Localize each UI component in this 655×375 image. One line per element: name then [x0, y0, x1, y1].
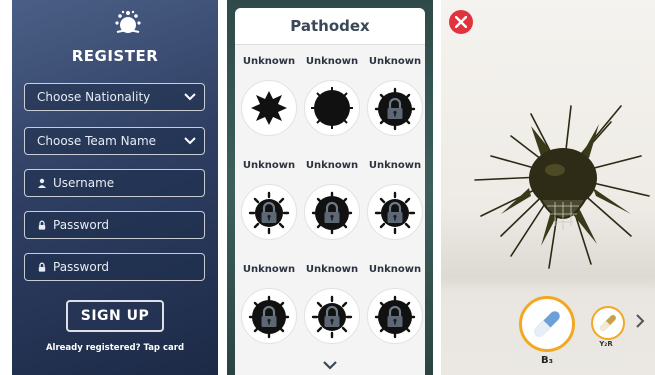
locked-virus-icon	[311, 295, 353, 339]
user-icon	[38, 178, 46, 188]
pathodex-entry[interactable]	[367, 288, 423, 344]
chevron-down-icon	[184, 93, 196, 101]
locked-virus-icon	[374, 191, 416, 235]
register-screen: REGISTER Choose Nationality Choose Team …	[12, 0, 218, 375]
pathodex-entry-label: Unknown	[368, 264, 422, 275]
virus-silhouette-icon	[311, 87, 353, 129]
pathodex-entry[interactable]	[241, 288, 297, 344]
username-placeholder: Username	[53, 176, 115, 190]
pathodex-sheet: Pathodex Unknown Unknown Unknown Unknown Unk…	[235, 8, 425, 375]
page-title: REGISTER	[71, 47, 159, 65]
chevron-right-icon[interactable]	[635, 314, 645, 328]
weapon-label-b3: B₃	[540, 355, 553, 366]
pathodex-entry-label: Unknown	[305, 160, 359, 171]
chevron-down-icon[interactable]	[323, 360, 337, 370]
pathodex-entry[interactable]	[241, 80, 297, 136]
locked-virus-icon	[374, 87, 416, 131]
pill-wand-icon	[534, 311, 560, 337]
confirm-password-placeholder: Password	[53, 260, 110, 274]
pathodex-entry-label: Unknown	[368, 160, 422, 171]
pathodex-entry[interactable]	[241, 184, 297, 240]
team-placeholder: Choose Team Name	[37, 134, 157, 148]
pathodex-entry-label: Unknown	[242, 56, 296, 67]
pathodex-entry[interactable]	[367, 80, 423, 136]
lock-icon	[38, 220, 46, 230]
confirm-password-field[interactable]: Password	[24, 253, 205, 281]
pill-wand-icon	[600, 315, 616, 331]
sign-up-button[interactable]: SIGN UP	[66, 300, 164, 332]
weapon-slot-b3[interactable]	[519, 296, 575, 352]
pathodex-entry[interactable]	[367, 184, 423, 240]
locked-virus-icon	[248, 295, 290, 339]
pathodex-entry[interactable]	[304, 288, 360, 344]
nationality-placeholder: Choose Nationality	[37, 90, 151, 104]
pathodex-entry-label: Unknown	[242, 160, 296, 171]
nationality-select[interactable]: Choose Nationality	[24, 83, 205, 111]
tap-card-link[interactable]: Already registered? Tap card	[12, 343, 218, 353]
username-field[interactable]: Username	[24, 169, 205, 197]
ar-virus-model[interactable]	[471, 96, 655, 276]
locked-virus-icon	[374, 295, 416, 339]
pathodex-entry[interactable]	[304, 184, 360, 240]
close-icon	[455, 16, 467, 28]
lock-icon	[38, 262, 46, 272]
locked-virus-icon	[311, 191, 353, 235]
pathodex-entry-label: Unknown	[242, 264, 296, 275]
pathodex-title: Pathodex	[235, 8, 425, 45]
weapon-slot-y2r[interactable]	[591, 306, 625, 340]
virus-logo-icon	[115, 10, 141, 33]
pathodex-entry-label: Unknown	[305, 264, 359, 275]
pathodex-entry-label: Unknown	[305, 56, 359, 67]
chevron-down-icon	[184, 137, 196, 145]
ar-camera-view: B₃ Y₂R	[441, 0, 655, 375]
weapon-label-y2r: Y₂R	[599, 340, 613, 348]
team-select[interactable]: Choose Team Name	[24, 127, 205, 155]
password-field[interactable]: Password	[24, 211, 205, 239]
pathodex-screen: Pathodex Unknown Unknown Unknown Unknown Unk…	[227, 0, 433, 375]
pathodex-entry[interactable]	[304, 80, 360, 136]
close-button[interactable]	[449, 10, 473, 34]
pathodex-entry-label: Unknown	[368, 56, 422, 67]
virus-silhouette-icon	[251, 91, 287, 125]
password-placeholder: Password	[53, 218, 110, 232]
locked-virus-icon	[248, 191, 290, 235]
